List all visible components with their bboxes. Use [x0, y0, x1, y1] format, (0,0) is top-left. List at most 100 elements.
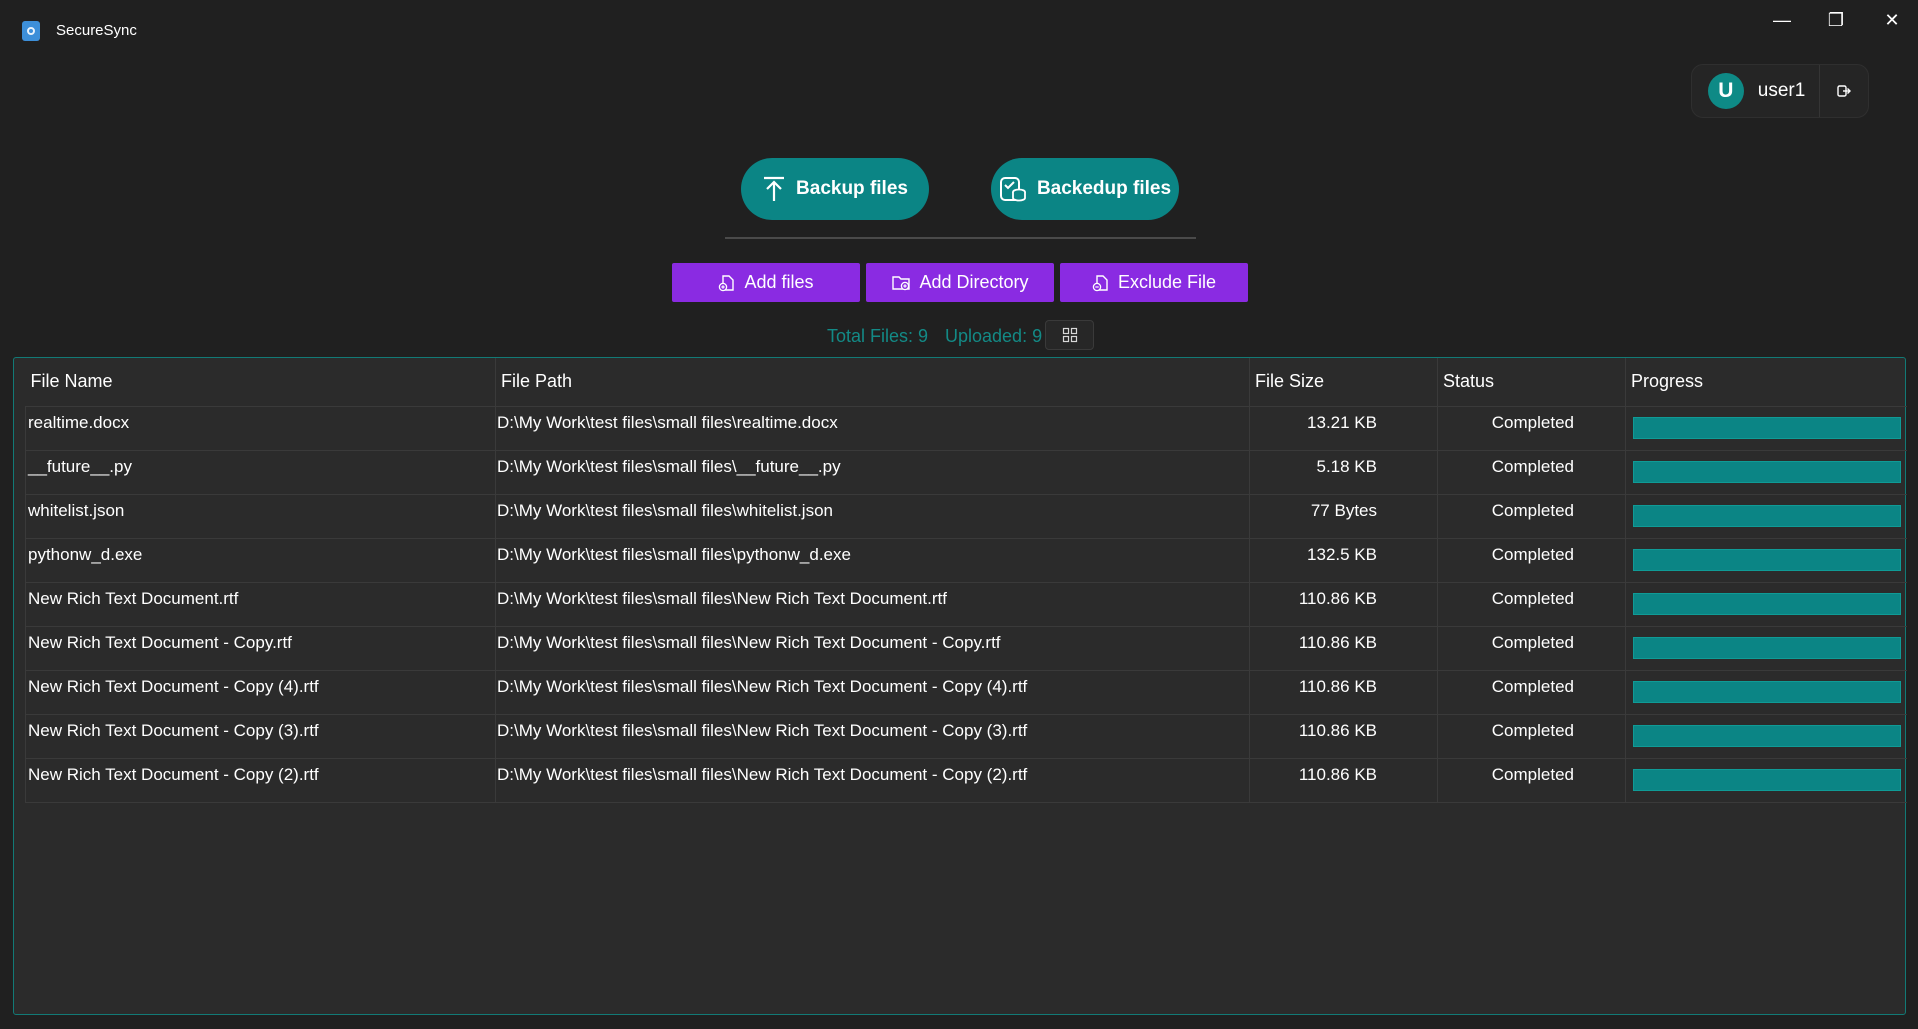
file-path-cell: D:\My Work\test files\small files\__futu… [495, 450, 1250, 495]
file-path-cell: D:\My Work\test files\small files\New Ri… [495, 758, 1250, 803]
table-body: realtime.docx D:\My Work\test files\small… [25, 406, 1907, 803]
files-table-panel: File Name File Path File Size Status Progres… [13, 357, 1907, 1015]
file-name-cell: New Rich Text Document - Copy (2).rtf [25, 758, 496, 803]
status-cell: Completed [1437, 450, 1626, 495]
title-bar: SecureSync — ❐ ✕ [0, 0, 1918, 60]
file-name-cell: realtime.docx [25, 406, 496, 451]
column-header-progress[interactable]: Progress [1625, 358, 1907, 407]
progress-bar [1633, 637, 1901, 659]
close-button[interactable]: ✕ [1864, 0, 1918, 40]
table-row[interactable]: New Rich Text Document.rtf D:\My Work\tes… [25, 582, 1907, 627]
progress-track [1633, 549, 1901, 571]
progress-track [1633, 505, 1901, 527]
files-table: File Name File Path File Size Status Progres… [25, 358, 1907, 803]
table-header-row: File Name File Path File Size Status Progres… [25, 358, 1907, 407]
file-size-cell: 5.18 KB [1249, 450, 1438, 495]
exclude-file-label: Exclude File [1117, 272, 1217, 292]
progress-cell [1625, 494, 1907, 539]
progress-track [1633, 593, 1901, 615]
status-cell: Completed [1437, 670, 1626, 715]
file-name-cell: New Rich Text Document.rtf [25, 582, 496, 627]
minimize-button[interactable]: — [1754, 0, 1810, 40]
username: user1 [1757, 80, 1806, 101]
column-header-file-name[interactable]: File Name [25, 358, 496, 407]
window-title: SecureSync [56, 22, 137, 39]
progress-track [1633, 725, 1901, 747]
section-divider [725, 237, 1196, 239]
exclude-file-button[interactable]: Exclude File [1060, 263, 1248, 302]
add-files-button[interactable]: Add files [672, 263, 860, 302]
table-row[interactable]: whitelist.json D:\My Work\test files\smal… [25, 494, 1907, 539]
logout-icon [1837, 85, 1852, 97]
progress-track [1633, 461, 1901, 483]
file-path-cell: D:\My Work\test files\small files\New Ri… [495, 670, 1250, 715]
file-name-cell: __future__.py [25, 450, 496, 495]
table-row[interactable]: realtime.docx D:\My Work\test files\small… [25, 406, 1907, 451]
status-cell: Completed [1437, 758, 1626, 803]
add-folder-icon [892, 275, 911, 290]
backup-files-label: Backup files [796, 178, 908, 199]
grid-view-button[interactable] [1045, 320, 1094, 350]
file-path-cell: D:\My Work\test files\small files\New Ri… [495, 582, 1250, 627]
file-size-cell: 110.86 KB [1249, 758, 1438, 803]
status-cell: Completed [1437, 626, 1626, 671]
status-cell: Completed [1437, 714, 1626, 759]
status-cell: Completed [1437, 538, 1626, 583]
column-header-file-path[interactable]: File Path [495, 358, 1250, 407]
progress-track [1633, 417, 1901, 439]
upload-icon [764, 176, 785, 201]
progress-cell [1625, 406, 1907, 451]
column-header-status[interactable]: Status [1437, 358, 1626, 407]
file-size-cell: 13.21 KB [1249, 406, 1438, 451]
exclude-file-icon [1092, 274, 1108, 291]
file-size-cell: 110.86 KB [1249, 582, 1438, 627]
file-path-cell: D:\My Work\test files\small files\New Ri… [495, 714, 1250, 759]
progress-bar [1633, 681, 1901, 703]
grid-icon [1062, 327, 1077, 343]
app-logo-icon [22, 21, 40, 41]
file-path-cell: D:\My Work\test files\small files\New Ri… [495, 626, 1250, 671]
file-size-cell: 110.86 KB [1249, 670, 1438, 715]
backedup-files-button[interactable]: Backedup files [991, 158, 1179, 220]
uploaded-count: Uploaded: 9 [945, 326, 1043, 346]
status-cell: Completed [1437, 494, 1626, 539]
file-size-cell: 77 Bytes [1249, 494, 1438, 539]
progress-cell [1625, 450, 1907, 495]
progress-bar [1633, 417, 1901, 439]
progress-bar [1633, 549, 1901, 571]
table-row[interactable]: New Rich Text Document - Copy (4).rtf D:\… [25, 670, 1907, 715]
logout-button[interactable] [1820, 65, 1868, 117]
file-path-cell: D:\My Work\test files\small files\realti… [495, 406, 1250, 451]
backup-files-button[interactable]: Backup files [741, 158, 929, 220]
file-size-cell: 110.86 KB [1249, 626, 1438, 671]
status-cell: Completed [1437, 582, 1626, 627]
table-row[interactable]: New Rich Text Document - Copy (2).rtf D:\… [25, 758, 1907, 803]
file-path-cell: D:\My Work\test files\small files\whitel… [495, 494, 1250, 539]
column-header-file-size[interactable]: File Size [1249, 358, 1438, 407]
table-row[interactable]: pythonw_d.exe D:\My Work\test files\small… [25, 538, 1907, 583]
file-size-cell: 132.5 KB [1249, 538, 1438, 583]
file-name-cell: pythonw_d.exe [25, 538, 496, 583]
progress-cell [1625, 758, 1907, 803]
add-files-label: Add files [744, 272, 814, 292]
table-row[interactable]: __future__.py D:\My Work\test files\small… [25, 450, 1907, 495]
file-name-cell: New Rich Text Document - Copy.rtf [25, 626, 496, 671]
progress-cell [1625, 626, 1907, 671]
progress-cell [1625, 582, 1907, 627]
user-panel: U user1 [1691, 64, 1869, 118]
file-name-cell: New Rich Text Document - Copy (4).rtf [25, 670, 496, 715]
table-row[interactable]: New Rich Text Document - Copy (3).rtf D:\… [25, 714, 1907, 759]
maximize-button[interactable]: ❐ [1808, 0, 1864, 40]
total-files-count: Total Files: 9 [827, 326, 929, 346]
progress-cell [1625, 538, 1907, 583]
table-row[interactable]: New Rich Text Document - Copy.rtf D:\My W… [25, 626, 1907, 671]
progress-track [1633, 637, 1901, 659]
progress-cell [1625, 670, 1907, 715]
database-check-icon [999, 177, 1026, 202]
progress-bar [1633, 505, 1901, 527]
add-directory-button[interactable]: Add Directory [866, 263, 1054, 302]
progress-track [1633, 681, 1901, 703]
status-cell: Completed [1437, 406, 1626, 451]
add-file-icon [719, 274, 735, 291]
avatar[interactable]: U [1708, 73, 1744, 109]
